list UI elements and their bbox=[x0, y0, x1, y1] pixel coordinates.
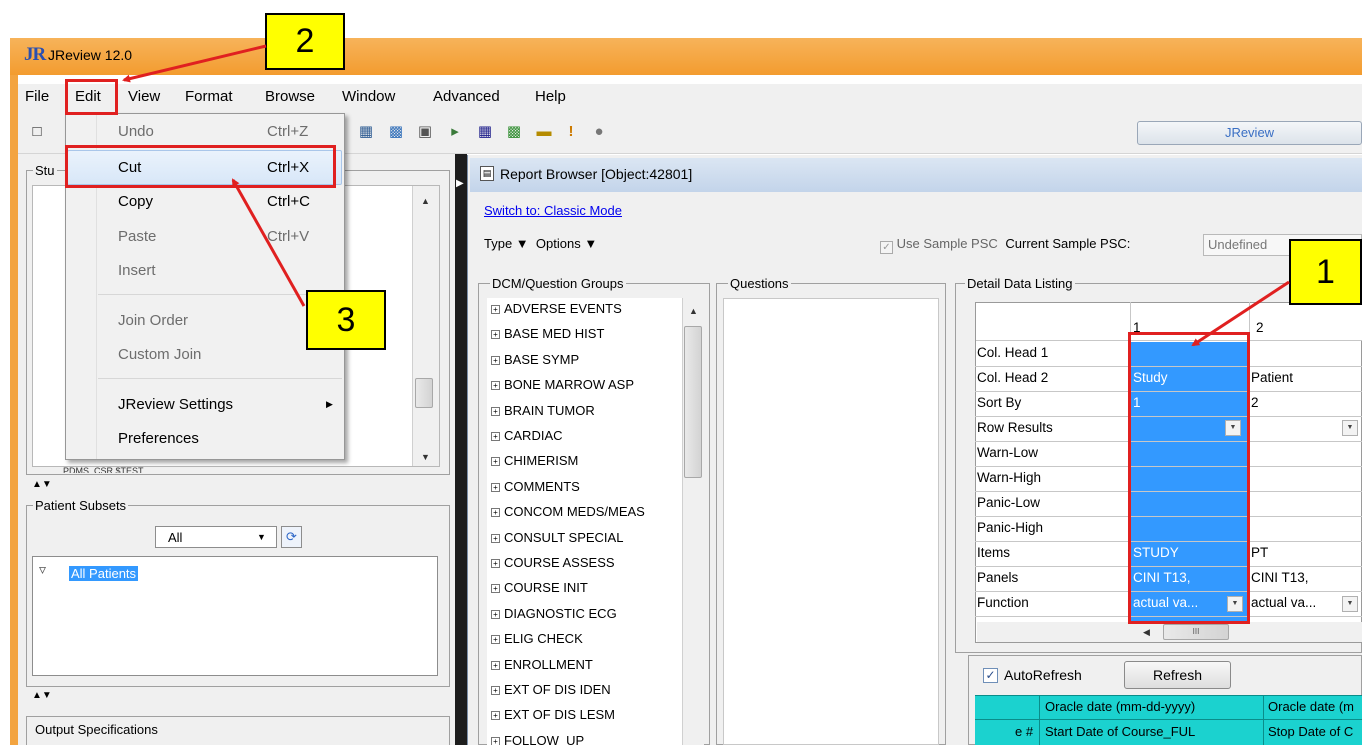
arrow-2 bbox=[122, 44, 267, 83]
arrow-1 bbox=[1191, 280, 1290, 347]
arrow-3 bbox=[231, 178, 306, 307]
annotation-arrows bbox=[122, 44, 1290, 347]
